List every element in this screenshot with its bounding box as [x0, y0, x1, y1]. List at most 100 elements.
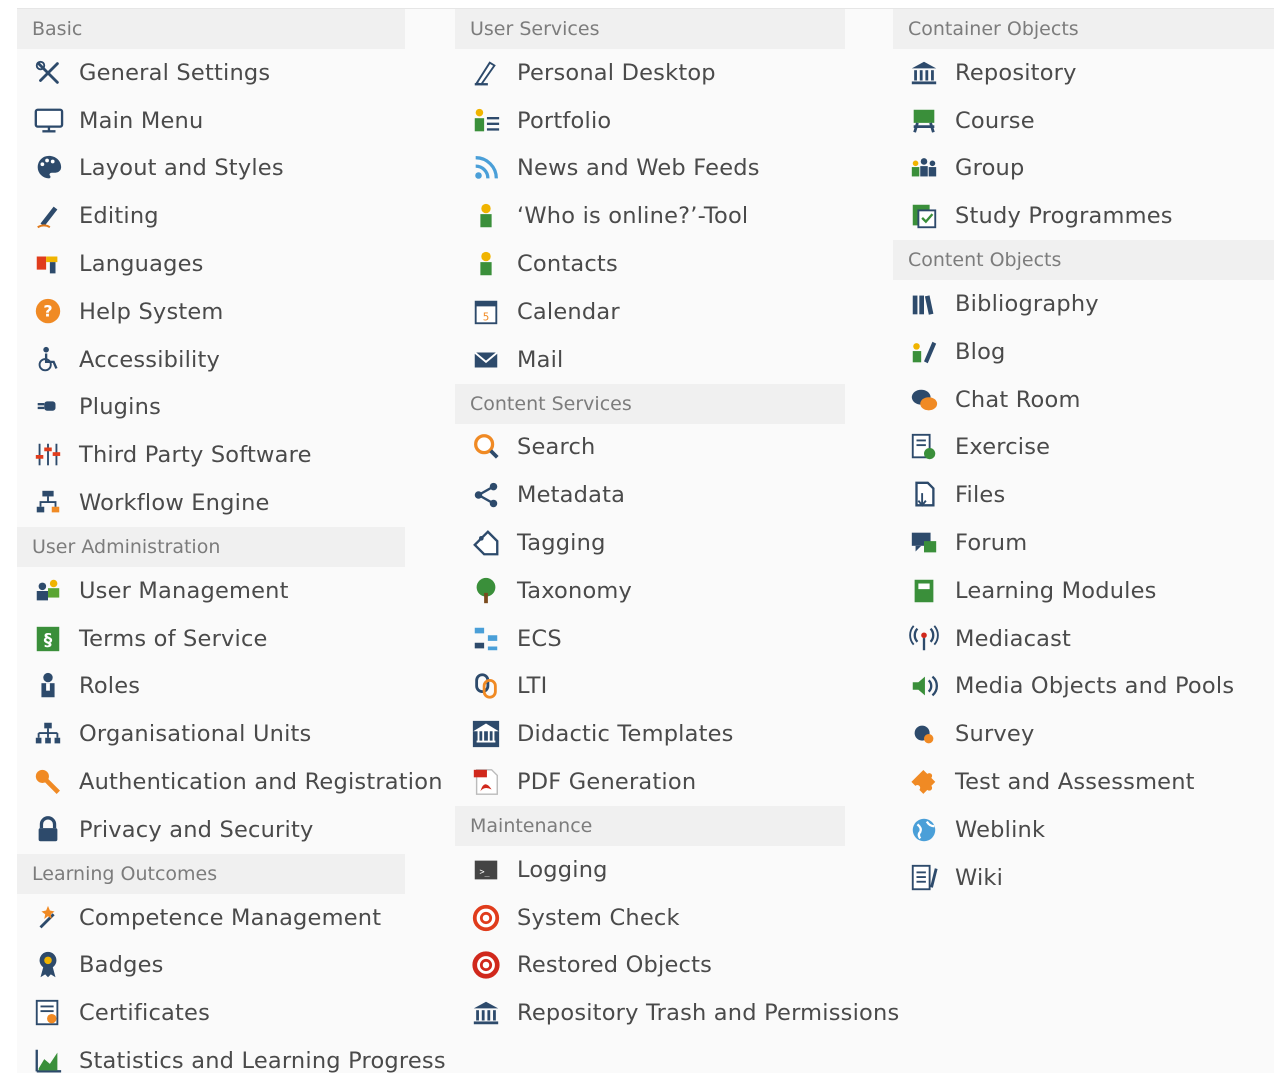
menu-item-label: Accessibility [79, 346, 221, 373]
menu-item-general-settings[interactable]: General Settings [17, 49, 437, 97]
exercise-icon [907, 432, 943, 462]
blog-icon [907, 337, 943, 367]
menu-item-terms-of-service[interactable]: § Terms of Service [17, 615, 437, 663]
menu-item-lti[interactable]: LTI [455, 663, 907, 711]
menu-item-taxonomy[interactable]: Taxonomy [455, 567, 907, 615]
menu-item-label: Tagging [517, 530, 606, 557]
menu-item-authentication-and-registration[interactable]: Authentication and Registration [17, 758, 442, 806]
section-header-content-services: Content Services [455, 383, 845, 424]
menu-item-learning-modules[interactable]: Learning Modules [893, 567, 1274, 615]
menu-item-organisational-units[interactable]: Organisational Units [17, 710, 437, 758]
menu-item-label: Chat Room [955, 386, 1081, 413]
menu-item-certificates[interactable]: Certificates [17, 989, 437, 1037]
menu-item-survey[interactable]: Survey [893, 710, 1274, 758]
menu-item-mail[interactable]: Mail [455, 336, 907, 384]
menu-item-editing[interactable]: Editing [17, 192, 437, 240]
lock-icon [31, 815, 67, 845]
menu-item-label: Plugins [79, 394, 161, 421]
calendar-icon: 5 [469, 297, 505, 327]
menu-item-weblink[interactable]: Weblink [893, 806, 1274, 854]
menu-item-plugins[interactable]: Plugins [17, 384, 437, 432]
menu-item-system-check[interactable]: System Check [455, 894, 907, 942]
menu-item-label: Test and Assessment [955, 769, 1195, 796]
menu-item-badges[interactable]: Badges [17, 942, 437, 990]
menu-item-label: Exercise [955, 434, 1051, 461]
menu-item-privacy-and-security[interactable]: Privacy and Security [17, 806, 437, 854]
menu-item-roles[interactable]: Roles [17, 663, 437, 711]
section-header-maintenance: Maintenance [455, 805, 845, 846]
menu-item-repository-trash-and-permissions[interactable]: Repository Trash and Permissions [455, 989, 907, 1037]
svg-text:§: § [44, 629, 53, 649]
menu-item-competence-management[interactable]: Competence Management [17, 894, 437, 942]
menu-item-contacts[interactable]: Contacts [455, 240, 907, 288]
menu-item-label: Bibliography [955, 291, 1099, 318]
menu-item-label: Layout and Styles [79, 155, 284, 182]
menu-item-label: System Check [517, 904, 680, 931]
menu-item-main-menu[interactable]: Main Menu [17, 97, 437, 145]
menu-item-pdf-generation[interactable]: PDF Generation [455, 758, 907, 806]
menu-item-group[interactable]: Group [893, 145, 1274, 193]
menu-item-personal-desktop[interactable]: Personal Desktop [455, 49, 907, 97]
menu-item-logging[interactable]: >_ Logging [455, 846, 907, 894]
menu-column-3: Container Objects Repository Course Group St… [893, 9, 1274, 902]
section-header-basic: Basic [17, 9, 405, 49]
menu-item-label: Search [517, 434, 596, 461]
section-header-user-administration: User Administration [17, 526, 405, 567]
menu-item-workflow-engine[interactable]: Workflow Engine [17, 479, 437, 527]
menu-item-forum[interactable]: Forum [893, 519, 1274, 567]
menu-item-label: PDF Generation [517, 769, 697, 796]
menu-item-blog[interactable]: Blog [893, 328, 1274, 376]
menu-item-restored-objects[interactable]: Restored Objects [455, 942, 907, 990]
section-icon: § [31, 624, 67, 654]
menu-item-didactic-templates[interactable]: Didactic Templates [455, 710, 907, 758]
share-icon [469, 480, 505, 510]
menu-item-exercise[interactable]: Exercise [893, 424, 1274, 472]
menu-item-ecs[interactable]: ECS [455, 615, 907, 663]
menu-item-test-and-assessment[interactable]: Test and Assessment [893, 758, 1274, 806]
menu-item-portfolio[interactable]: Portfolio [455, 97, 907, 145]
mail-icon [469, 345, 505, 375]
menu-item-statistics-and-learning-progress[interactable]: Statistics and Learning Progress [17, 1037, 446, 1085]
menu-item-media-objects-and-pools[interactable]: Media Objects and Pools [893, 663, 1274, 711]
forum-icon [907, 528, 943, 558]
portfolio-icon [469, 106, 505, 136]
menu-item-news-and-web-feeds[interactable]: News and Web Feeds [455, 145, 907, 193]
menu-item-study-programmes[interactable]: Study Programmes [893, 192, 1274, 240]
books-icon [907, 289, 943, 319]
menu-item-bibliography[interactable]: Bibliography [893, 280, 1274, 328]
contacts-icon [469, 249, 505, 279]
menu-item-languages[interactable]: Languages [17, 240, 437, 288]
menu-item-files[interactable]: Files [893, 471, 1274, 519]
menu-item-wiki[interactable]: Wiki [893, 854, 1274, 902]
mediacast-icon [907, 624, 943, 654]
menu-item-layout-and-styles[interactable]: Layout and Styles [17, 145, 437, 193]
survey-icon [907, 719, 943, 749]
menu-item-metadata[interactable]: Metadata [455, 471, 907, 519]
lifebuoy-icon [469, 903, 505, 933]
menu-item-repository[interactable]: Repository [893, 49, 1274, 97]
menu-item-help-system[interactable]: ? Help System [17, 288, 437, 336]
menu-item-who-is-online-tool[interactable]: ‘Who is online?’-Tool [455, 192, 907, 240]
menu-item-label: Didactic Templates [517, 721, 734, 748]
menu-item-third-party-software[interactable]: Third Party Software [17, 431, 437, 479]
menu-item-mediacast[interactable]: Mediacast [893, 615, 1274, 663]
menu-item-tagging[interactable]: Tagging [455, 519, 907, 567]
menu-item-label: Repository Trash and Permissions [517, 1000, 900, 1027]
section-header-user-services: User Services [455, 9, 845, 49]
menu-item-label: Contacts [517, 251, 618, 278]
menu-item-chat-room[interactable]: Chat Room [893, 376, 1274, 424]
menu-item-label: Editing [79, 203, 159, 230]
menu-item-course[interactable]: Course [893, 97, 1274, 145]
menu-item-label: Terms of Service [79, 625, 268, 652]
section-header-container-objects: Container Objects [893, 9, 1274, 49]
menu-item-accessibility[interactable]: Accessibility [17, 336, 437, 384]
tree-icon [469, 576, 505, 606]
menu-item-user-management[interactable]: User Management [17, 567, 437, 615]
menu-item-label: Languages [79, 251, 204, 278]
menu-item-label: Restored Objects [517, 952, 713, 979]
menu-item-calendar[interactable]: 5 Calendar [455, 288, 907, 336]
study-icon [907, 201, 943, 231]
menu-item-label: ECS [517, 625, 562, 652]
sliders-icon [31, 440, 67, 470]
menu-item-search[interactable]: Search [455, 424, 907, 472]
